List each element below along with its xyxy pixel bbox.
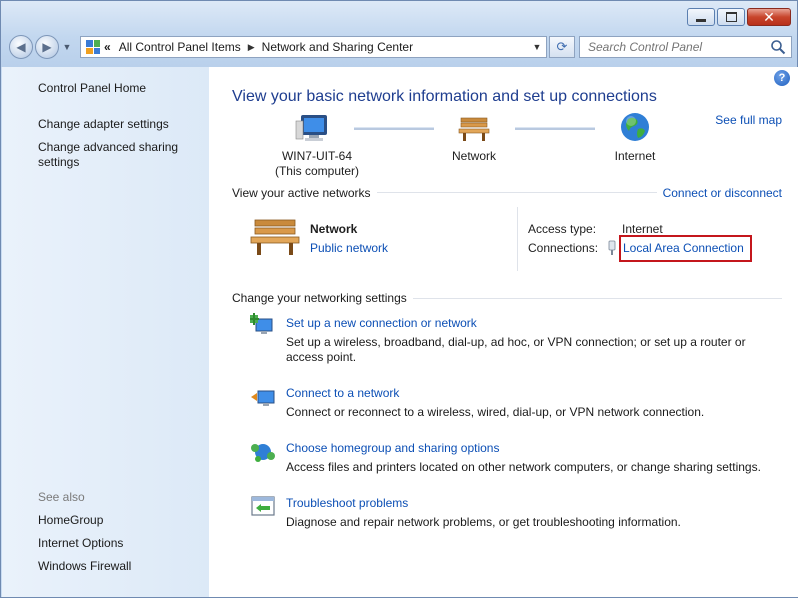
- page-title: View your basic network information and …: [232, 88, 657, 105]
- recent-pages-dropdown[interactable]: ▼: [61, 35, 73, 59]
- address-bar[interactable]: « All Control Panel Items ▶ Network and …: [80, 36, 547, 58]
- network-bench-icon[interactable]: [457, 115, 491, 143]
- search-icon[interactable]: [770, 39, 786, 55]
- homegroup-icon[interactable]: [250, 440, 276, 464]
- breadcrumb-all-control-panel-items[interactable]: All Control Panel Items: [119, 40, 241, 54]
- close-icon: ✕: [763, 9, 775, 25]
- computer-sub: (This computer): [274, 164, 360, 178]
- search-input[interactable]: [586, 39, 770, 55]
- public-network-link[interactable]: Public network: [310, 241, 388, 255]
- networking-settings-heading: Change your networking settings: [232, 291, 413, 305]
- internet-globe-icon[interactable]: [619, 111, 651, 143]
- map-link-network-internet: [515, 127, 595, 130]
- network-bench-large-icon[interactable]: [249, 217, 301, 257]
- computer-name: WIN7-UIT-64: [281, 149, 352, 163]
- maximize-icon: [725, 12, 737, 22]
- nav-buttons: ◀ ▶ ▼: [9, 34, 73, 60]
- sidebar-item-control-panel-home[interactable]: Control Panel Home: [38, 81, 146, 96]
- help-icon: ?: [778, 72, 786, 84]
- breadcrumb-separator-icon[interactable]: ▶: [248, 42, 255, 53]
- close-button[interactable]: ✕: [747, 8, 791, 26]
- breadcrumb-overflow[interactable]: «: [104, 40, 111, 54]
- refresh-button[interactable]: ⟳: [549, 36, 575, 58]
- access-type-label: Access type:: [528, 222, 597, 236]
- refresh-icon: ⟳: [556, 39, 568, 54]
- help-button[interactable]: ?: [774, 70, 790, 86]
- sidebar-item-windows-firewall[interactable]: Windows Firewall: [38, 559, 131, 574]
- active-networks-heading: View your active networks: [232, 186, 377, 200]
- maximize-button[interactable]: [717, 8, 745, 26]
- caption-buttons: ✕: [687, 8, 791, 26]
- access-type-value: Internet: [622, 222, 663, 236]
- sidebar-item-internet-options[interactable]: Internet Options: [38, 536, 123, 551]
- forward-arrow-icon: ▶: [42, 40, 52, 54]
- sidebar-item-change-advanced-sharing-settings[interactable]: Change advanced sharing settings: [38, 140, 193, 170]
- see-also-heading: See also: [38, 490, 85, 504]
- address-dropdown-button[interactable]: ▼: [528, 37, 546, 57]
- map-network-label: Network: [451, 149, 496, 163]
- minimize-button[interactable]: [687, 8, 715, 26]
- active-network-name: Network: [310, 222, 358, 236]
- chevron-down-icon: ▼: [62, 42, 72, 52]
- divider: [399, 298, 782, 299]
- task-homegroup-desc: Access files and printers located on oth…: [286, 460, 761, 474]
- chevron-down-icon: ▼: [532, 42, 542, 52]
- ethernet-icon: [608, 240, 616, 255]
- minimize-icon: [696, 18, 706, 22]
- map-link-computer-network: [354, 127, 434, 130]
- divider: [517, 207, 518, 271]
- task-troubleshoot-link[interactable]: Troubleshoot problems: [286, 496, 408, 510]
- troubleshoot-icon[interactable]: [250, 495, 276, 519]
- window: ✕ ◀ ▶ ▼ « All Control Panel Items ▶ Netw…: [0, 0, 798, 598]
- main-panel: ? View your basic network information an…: [209, 67, 798, 597]
- see-full-map-link[interactable]: See full map: [715, 113, 782, 127]
- sidebar-item-change-adapter-settings[interactable]: Change adapter settings: [38, 117, 198, 132]
- divider: [369, 192, 659, 193]
- map-computer-label: WIN7-UIT-64 (This computer): [267, 149, 367, 179]
- connections-label: Connections:: [528, 241, 599, 255]
- sidebar: Control Panel Home Change adapter settin…: [2, 67, 209, 597]
- search-box: [579, 36, 792, 58]
- task-connect-network-link[interactable]: Connect to a network: [286, 386, 399, 400]
- connect-network-icon[interactable]: [250, 385, 276, 409]
- back-arrow-icon: ◀: [16, 40, 26, 54]
- task-troubleshoot-desc: Diagnose and repair network problems, or…: [286, 515, 681, 529]
- forward-button[interactable]: ▶: [35, 35, 59, 59]
- task-connect-network-desc: Connect or reconnect to a wireless, wire…: [286, 405, 705, 419]
- computer-icon[interactable]: [295, 113, 329, 143]
- breadcrumb-network-and-sharing-center[interactable]: Network and Sharing Center: [262, 40, 413, 54]
- sidebar-item-homegroup[interactable]: HomeGroup: [38, 513, 103, 528]
- control-panel-icon: [86, 40, 100, 54]
- task-setup-connection-desc: Set up a wireless, broadband, dial-up, a…: [286, 335, 746, 364]
- local-area-connection-link[interactable]: Local Area Connection: [623, 241, 744, 255]
- task-homegroup-link[interactable]: Choose homegroup and sharing options: [286, 441, 499, 455]
- task-setup-connection-link[interactable]: Set up a new connection or network: [286, 316, 477, 330]
- map-internet-label: Internet: [614, 149, 656, 163]
- connect-or-disconnect-link[interactable]: Connect or disconnect: [656, 186, 782, 200]
- new-connection-icon[interactable]: [250, 313, 276, 337]
- back-button[interactable]: ◀: [9, 35, 33, 59]
